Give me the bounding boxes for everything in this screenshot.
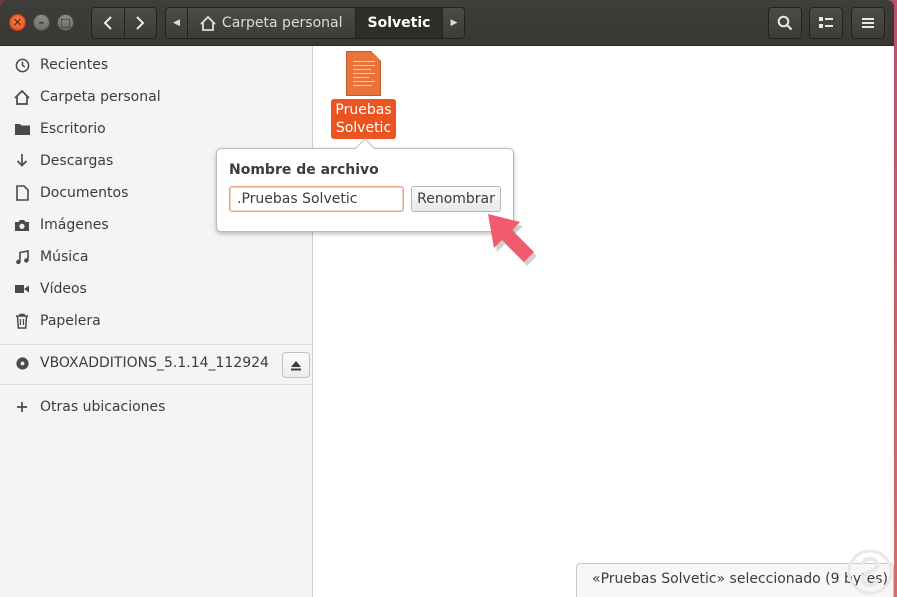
chevron-right-icon bbox=[136, 16, 145, 30]
sidebar-item-label: Imágenes bbox=[40, 217, 109, 233]
sidebar-item-label: Otras ubicaciones bbox=[40, 399, 166, 415]
sidebar-item-label: Descargas bbox=[40, 153, 114, 169]
file-view[interactable]: Pruebas Solvetic bbox=[314, 46, 894, 597]
sidebar-item-label: Papelera bbox=[40, 313, 101, 329]
sidebar-item-label: Documentos bbox=[40, 185, 129, 201]
disc-icon bbox=[13, 354, 31, 372]
pointer-arrow-icon bbox=[488, 214, 537, 266]
document-icon bbox=[13, 184, 31, 202]
sidebar-item-label: Vídeos bbox=[40, 281, 87, 297]
status-text: «Pruebas Solvetic» seleccionado (9 bytes… bbox=[592, 571, 889, 587]
path-scroll-left-button[interactable]: ◀ bbox=[166, 8, 188, 38]
navigation-buttons bbox=[91, 7, 157, 39]
sidebar-item-label: Carpeta personal bbox=[40, 89, 161, 105]
maximize-window-button[interactable]: □ bbox=[57, 14, 74, 31]
sidebar-item-label: Escritorio bbox=[40, 121, 106, 137]
menu-button[interactable] bbox=[851, 7, 885, 39]
chevron-left-icon bbox=[103, 16, 112, 30]
sidebar-item-escritorio[interactable]: Escritorio bbox=[0, 113, 313, 145]
filename-input[interactable] bbox=[229, 186, 404, 212]
path-bar: ◀ Carpeta personal Solvetic ▶ bbox=[165, 7, 466, 39]
back-button[interactable] bbox=[92, 8, 124, 38]
sidebar-item-otras-ubicaciones[interactable]: Otras ubicaciones bbox=[0, 391, 313, 423]
sidebar: Recientes Carpeta personal Escritorio De… bbox=[0, 46, 313, 597]
eject-icon bbox=[291, 360, 301, 370]
sidebar-item-label: VBOXADDITIONS_5.1.14_112924 bbox=[40, 355, 269, 371]
file-name-line1: Pruebas bbox=[335, 102, 392, 118]
view-options-icon bbox=[819, 17, 833, 28]
search-icon bbox=[777, 15, 793, 31]
sidebar-item-label: Música bbox=[40, 249, 89, 265]
triangle-left-icon: ◀ bbox=[173, 18, 180, 28]
rename-popover: Nombre de archivo Renombrar bbox=[216, 138, 514, 232]
forward-button[interactable] bbox=[123, 8, 157, 38]
sidebar-item-papelera[interactable]: Papelera bbox=[0, 305, 313, 337]
minimize-window-button[interactable]: – bbox=[33, 14, 50, 31]
close-icon: ✕ bbox=[12, 16, 23, 29]
rename-button[interactable]: Renombrar bbox=[411, 186, 501, 212]
trash-icon bbox=[13, 312, 31, 330]
sidebar-item-vboxadditions[interactable]: VBOXADDITIONS_5.1.14_112924 bbox=[0, 347, 275, 379]
triangle-right-icon: ▶ bbox=[450, 18, 458, 28]
file-name-label: Pruebas Solvetic bbox=[331, 99, 396, 139]
file-name-line2: Solvetic bbox=[335, 120, 392, 136]
home-icon bbox=[13, 88, 31, 106]
music-icon bbox=[13, 248, 31, 266]
sidebar-item-recientes[interactable]: Recientes bbox=[0, 49, 313, 81]
sidebar-separator bbox=[0, 344, 313, 345]
close-window-button[interactable]: ✕ bbox=[9, 14, 26, 31]
file-manager-window: ✕ – □ ◀ Carpeta personal Solvetic ▶ Reci… bbox=[0, 0, 894, 597]
minimize-icon: – bbox=[38, 16, 45, 29]
home-icon bbox=[200, 15, 216, 31]
folder-icon bbox=[13, 120, 31, 138]
header-bar: ✕ – □ ◀ Carpeta personal Solvetic ▶ bbox=[0, 0, 894, 46]
rename-title: Nombre de archivo bbox=[229, 162, 379, 178]
sidebar-item-musica[interactable]: Música bbox=[0, 241, 313, 273]
hamburger-menu-icon bbox=[862, 18, 874, 28]
clock-icon bbox=[13, 56, 31, 74]
sidebar-item-carpeta-personal[interactable]: Carpeta personal bbox=[0, 81, 313, 113]
camera-icon bbox=[13, 216, 31, 234]
path-home-button[interactable]: Carpeta personal bbox=[188, 8, 356, 38]
watermark-logo bbox=[847, 549, 893, 595]
download-icon bbox=[13, 152, 31, 170]
sidebar-item-videos[interactable]: Vídeos bbox=[0, 273, 313, 305]
eject-button[interactable] bbox=[282, 352, 310, 378]
view-options-button[interactable] bbox=[809, 7, 843, 39]
path-scroll-right-button[interactable]: ▶ bbox=[443, 8, 464, 38]
maximize-icon: □ bbox=[60, 16, 71, 29]
path-current-button[interactable]: Solvetic bbox=[355, 8, 444, 38]
plus-icon bbox=[13, 398, 31, 416]
search-button[interactable] bbox=[768, 7, 802, 39]
video-icon bbox=[13, 280, 31, 298]
sidebar-separator bbox=[0, 384, 313, 385]
path-home-label: Carpeta personal bbox=[221, 15, 343, 31]
sidebar-item-label: Recientes bbox=[40, 57, 109, 73]
path-current-label: Solvetic bbox=[367, 15, 431, 31]
text-document-icon bbox=[346, 51, 381, 96]
